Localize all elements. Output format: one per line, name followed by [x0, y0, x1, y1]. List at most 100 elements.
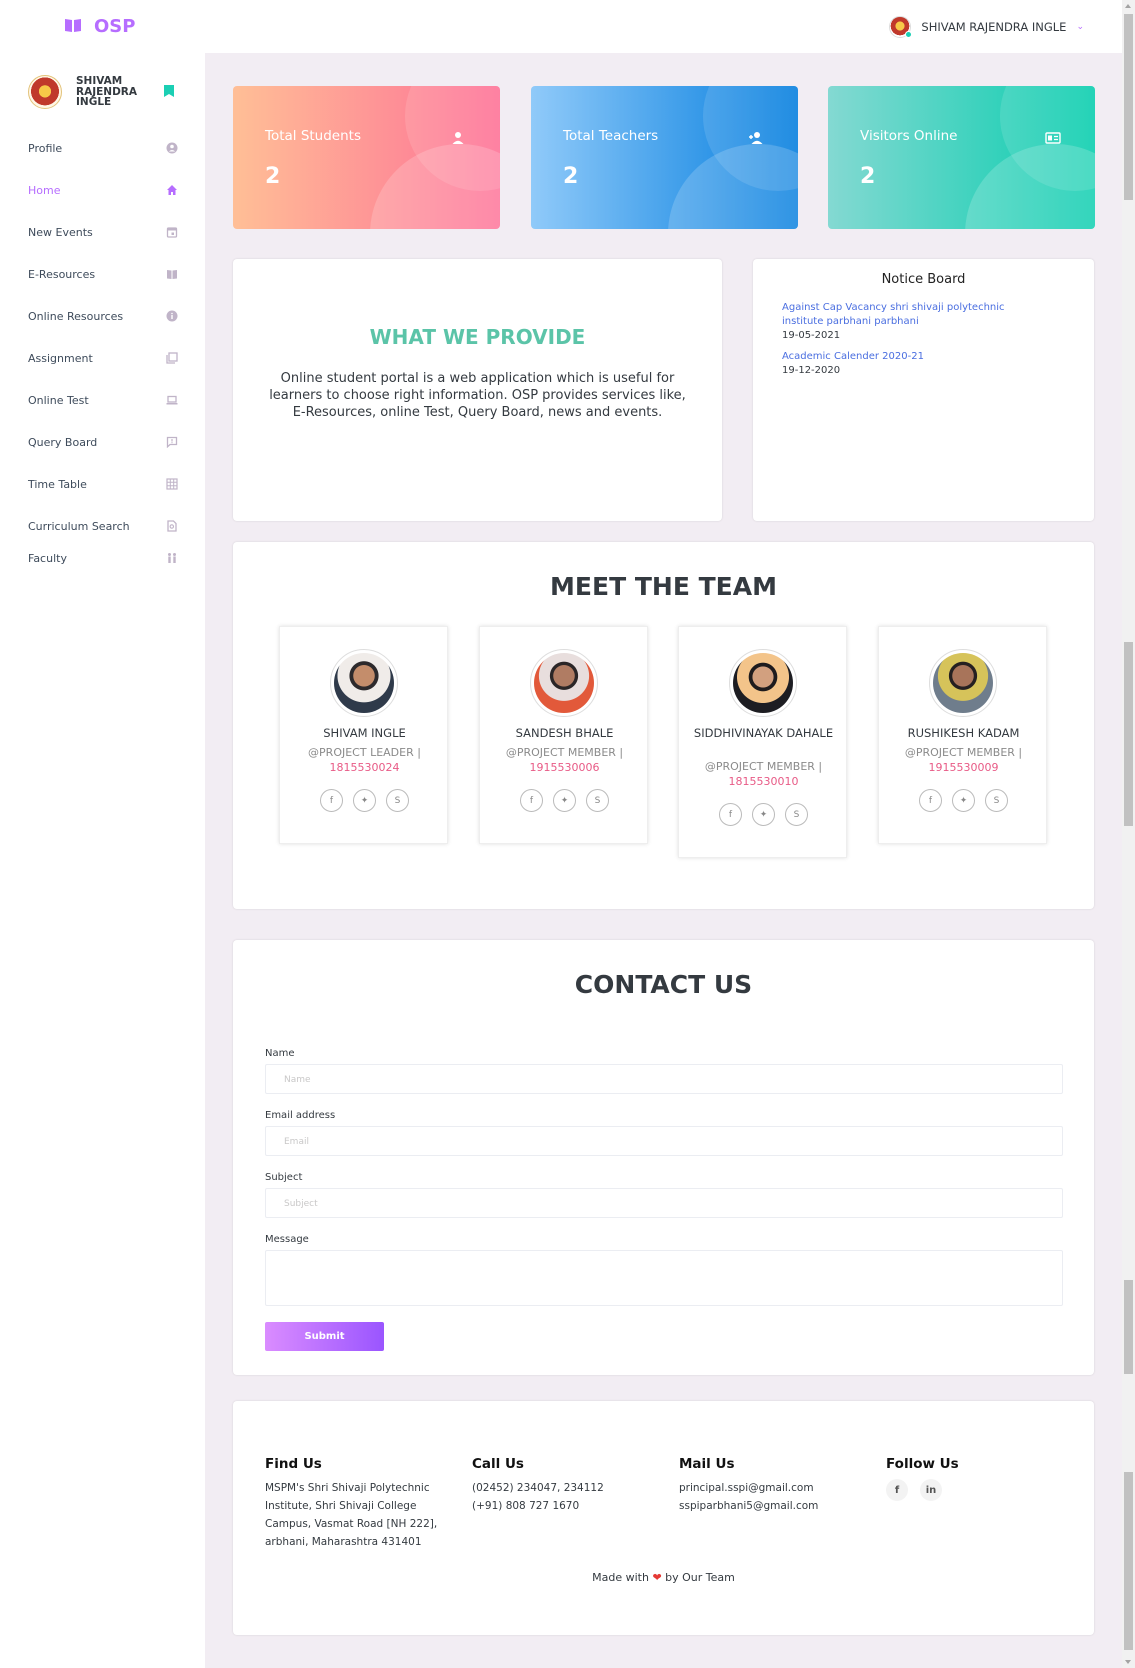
member-socials: f ✦ S [480, 789, 649, 812]
twitter-icon[interactable]: ✦ [353, 789, 376, 812]
book-open-icon [64, 17, 82, 37]
team-member-card: SANDESH BHALE @PROJECT MEMBER | 19155300… [479, 626, 648, 844]
made-prefix: Made with [592, 1571, 649, 1584]
sidebar-item-e-resources[interactable]: E-Resources [28, 264, 178, 284]
people-icon [166, 552, 178, 564]
skype-icon[interactable]: S [985, 789, 1008, 812]
member-role: @PROJECT MEMBER | [904, 746, 1023, 759]
profile-avatar [28, 75, 62, 109]
sidebar-item-faculty[interactable]: Faculty [28, 548, 178, 568]
facebook-icon[interactable]: f [719, 803, 742, 826]
message-label: Message [265, 1234, 309, 1245]
call-us-title: Call Us [472, 1456, 524, 1472]
brand[interactable]: OSP [64, 16, 135, 37]
scroll-thumb[interactable] [1124, 1472, 1133, 1650]
scroll-up-arrow-icon[interactable] [1125, 4, 1131, 8]
sidebar-item-time-table[interactable]: Time Table [28, 474, 178, 494]
scroll-thumb[interactable] [1124, 1280, 1133, 1374]
user-menu[interactable]: SHIVAM RAJENDRA INGLE ⌄ [889, 16, 1084, 38]
sidebar-item-label: Query Board [28, 435, 98, 449]
user-circle-icon [166, 142, 178, 154]
mail-us-section: Mail Us principal.sspi@gmail.com sspipar… [679, 1456, 859, 1515]
email-line[interactable]: sspiparbhani5@gmail.com [679, 1497, 859, 1515]
subject-input[interactable]: Subject [265, 1188, 1063, 1218]
sidebar-item-label: Online Resources [28, 309, 124, 323]
grid-icon [166, 478, 178, 490]
calendar-icon [166, 226, 178, 238]
member-role: @PROJECT LEADER | [308, 746, 421, 759]
sidebar-item-online-resources[interactable]: Online Resources [28, 306, 178, 326]
sidebar-item-home[interactable]: Home [28, 180, 178, 200]
made-suffix: by Our Team [665, 1571, 735, 1584]
subject-label: Subject [265, 1172, 303, 1183]
twitter-icon[interactable]: ✦ [752, 803, 775, 826]
stat-card-total-teachers: Total Teachers 2 [531, 86, 798, 229]
twitter-icon[interactable]: ✦ [553, 789, 576, 812]
online-status-dot [905, 31, 913, 38]
email-input[interactable]: Email [265, 1126, 1063, 1156]
sidebar-item-query-board[interactable]: Query Board [28, 432, 178, 452]
team-member-card: SHIVAM INGLE @PROJECT LEADER | 181553002… [279, 626, 448, 844]
team-member-card: SIDDHIVINAYAK DAHALE @PROJECT MEMBER | 1… [678, 626, 847, 858]
skype-icon[interactable]: S [386, 789, 409, 812]
sidebar-item-label: Faculty [28, 551, 67, 565]
notice-list: Against Cap Vacancy shri shivaji polytec… [782, 301, 1022, 385]
info-icon [166, 310, 178, 322]
sidebar-item-label: New Events [28, 225, 93, 239]
member-photo [530, 649, 598, 717]
facebook-icon[interactable]: f [320, 789, 343, 812]
sidebar-item-online-test[interactable]: Online Test [28, 390, 178, 410]
scroll-thumb[interactable] [1124, 642, 1133, 826]
decor-circle [668, 144, 798, 229]
submit-button[interactable]: Submit [265, 1322, 384, 1351]
message-textarea[interactable] [265, 1250, 1063, 1306]
chevron-down-icon: ⌄ [1076, 22, 1084, 32]
scroll-thumb[interactable] [1124, 14, 1133, 200]
member-name: SHIVAM INGLE [323, 726, 406, 740]
name-input[interactable]: Name [265, 1064, 1063, 1094]
sidebar-item-assignment[interactable]: Assignment [28, 348, 178, 368]
skype-icon[interactable]: S [586, 789, 609, 812]
user-avatar [889, 16, 913, 38]
team-title: MEET THE TEAM [550, 572, 777, 601]
sidebar-item-new-events[interactable]: New Events [28, 222, 178, 242]
sidebar-item-profile[interactable]: Profile [28, 138, 178, 158]
facebook-icon[interactable]: f [886, 1479, 908, 1501]
laptop-icon [166, 394, 178, 406]
member-id: 1915530009 [928, 761, 999, 774]
notice-board-title: Notice Board [881, 272, 966, 287]
email-label: Email address [265, 1110, 336, 1121]
files-icon [166, 352, 178, 364]
skype-icon[interactable]: S [785, 803, 808, 826]
sidebar-item-label: E-Resources [28, 267, 96, 281]
profile-name-line3: INGLE [76, 96, 112, 109]
sidebar-item-label: Assignment [28, 351, 93, 365]
page-scrollbar[interactable] [1122, 0, 1135, 1668]
sidebar-item-label: Home [28, 183, 61, 197]
sidebar-item-curriculum-search[interactable]: Curriculum Search [28, 516, 178, 536]
notice-date: 19-12-2020 [782, 365, 841, 376]
member-role: @PROJECT MEMBER | [505, 746, 624, 759]
follow-socials: f in [886, 1479, 1066, 1501]
scroll-down-arrow-icon[interactable] [1125, 1660, 1131, 1664]
what-we-provide-card: WHAT WE PROVIDE Online student portal is… [233, 259, 722, 521]
member-name: RUSHIKESH KADAM [907, 726, 1020, 740]
meet-the-team-card: MEET THE TEAM SHIVAM INGLE @PROJECT LEAD… [233, 542, 1094, 909]
sidebar-profile[interactable]: SHIVAM RAJENDRA INGLE [28, 75, 178, 109]
notice-link[interactable]: Against Cap Vacancy shri shivaji polytec… [782, 301, 1022, 329]
member-photo [729, 649, 797, 717]
follow-us-section: Follow Us f in [886, 1456, 1066, 1501]
notice-link[interactable]: Academic Calender 2020-21 [782, 350, 1022, 364]
stat-card-visitors-online: Visitors Online 2 [828, 86, 1095, 229]
facebook-icon[interactable]: f [919, 789, 942, 812]
twitter-icon[interactable]: ✦ [952, 789, 975, 812]
member-role: @PROJECT MEMBER | [704, 760, 823, 773]
email-line[interactable]: principal.sspi@gmail.com [679, 1479, 859, 1497]
user-icon [450, 130, 468, 148]
facebook-icon[interactable]: f [520, 789, 543, 812]
phone-line: (+91) 808 727 1670 [472, 1500, 580, 1512]
id-card-icon [1045, 130, 1063, 148]
linkedin-icon[interactable]: in [920, 1479, 942, 1501]
team-member-card: RUSHIKESH KADAM @PROJECT MEMBER | 191553… [878, 626, 1047, 844]
stat-card-total-students: Total Students 2 [233, 86, 500, 229]
